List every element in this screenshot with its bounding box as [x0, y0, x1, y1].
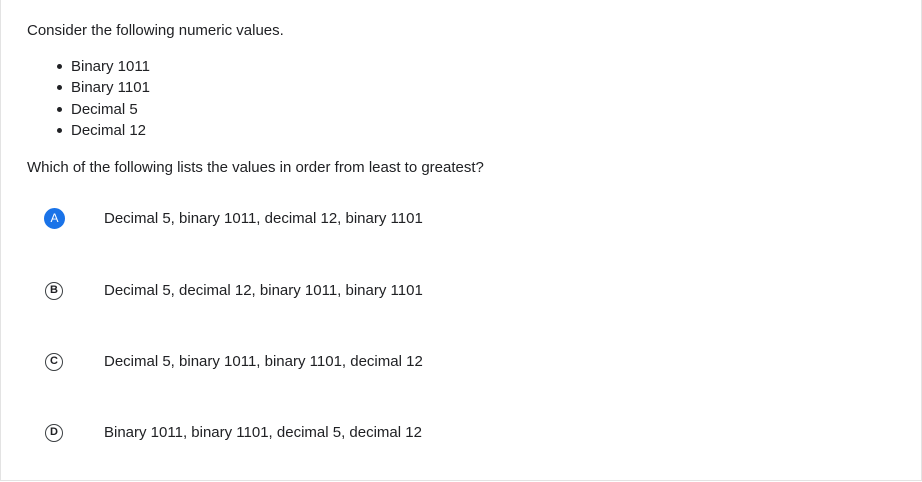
- list-item: Binary 1011: [57, 58, 150, 79]
- option-letter-badge[interactable]: B: [45, 282, 63, 300]
- option-text: Decimal 5, binary 1011, binary 1101, dec…: [104, 353, 423, 370]
- question-prompt: Consider the following numeric values.: [27, 22, 284, 39]
- option-letter-badge[interactable]: D: [45, 424, 63, 442]
- option-text: Binary 1011, binary 1101, decimal 5, dec…: [104, 424, 422, 441]
- option-text: Decimal 5, binary 1011, decimal 12, bina…: [104, 210, 423, 227]
- option-text: Decimal 5, decimal 12, binary 1011, bina…: [104, 282, 423, 299]
- answer-option-b[interactable]: B Decimal 5, decimal 12, binary 1011, bi…: [41, 279, 641, 309]
- option-letter-badge[interactable]: A: [44, 208, 65, 229]
- question-card: Consider the following numeric values. B…: [0, 0, 922, 481]
- answer-option-c[interactable]: C Decimal 5, binary 1011, binary 1101, d…: [41, 350, 641, 380]
- list-item: Binary 1101: [57, 79, 150, 100]
- answer-option-d[interactable]: D Binary 1011, binary 1101, decimal 5, d…: [41, 421, 641, 451]
- values-list: Binary 1011 Binary 1101 Decimal 5 Decima…: [57, 58, 150, 143]
- list-item: Decimal 5: [57, 101, 150, 122]
- list-item: Decimal 12: [57, 122, 150, 143]
- option-letter-badge[interactable]: C: [45, 353, 63, 371]
- question-text: Which of the following lists the values …: [27, 159, 484, 176]
- answer-option-a[interactable]: A Decimal 5, binary 1011, decimal 12, bi…: [41, 207, 641, 237]
